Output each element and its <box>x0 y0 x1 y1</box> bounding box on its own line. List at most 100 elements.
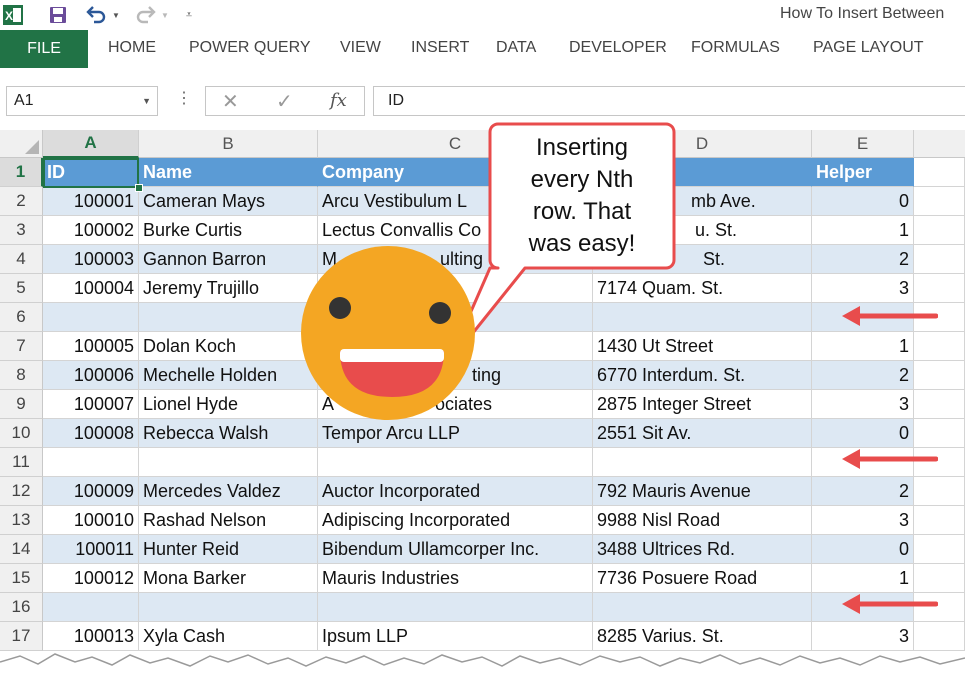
tab-insert[interactable]: INSERT <box>411 39 469 57</box>
table-cell[interactable]: Tempor Arcu LLP <box>318 419 593 448</box>
row-header-12[interactable]: 12 <box>0 477 43 506</box>
empty-cell[interactable] <box>914 332 965 361</box>
save-icon[interactable] <box>46 4 70 26</box>
tab-data[interactable]: DATA <box>496 39 536 57</box>
row-header-2[interactable]: 2 <box>0 187 43 216</box>
column-header-b[interactable]: B <box>139 130 318 158</box>
row-header-9[interactable]: 9 <box>0 390 43 419</box>
row-header-14[interactable]: 14 <box>0 535 43 564</box>
name-box[interactable]: A1 ▼ <box>6 86 158 116</box>
header-cell[interactable]: Helper <box>812 158 914 187</box>
table-cell[interactable]: 100006 <box>43 361 139 390</box>
row-header-5[interactable]: 5 <box>0 274 43 303</box>
table-cell[interactable]: 100002 <box>43 216 139 245</box>
fill-handle[interactable] <box>135 184 143 192</box>
table-cell[interactable]: 100001 <box>43 187 139 216</box>
row-header-11[interactable]: 11 <box>0 448 43 477</box>
row-header-16[interactable]: 16 <box>0 593 43 622</box>
table-cell[interactable] <box>43 303 139 332</box>
column-header-e[interactable]: E <box>812 130 914 158</box>
table-cell[interactable]: 7736 Posuere Road <box>593 564 812 593</box>
empty-cell[interactable] <box>914 361 965 390</box>
close-icon[interactable]: ✕ <box>222 89 239 114</box>
table-cell[interactable]: Mercedes Valdez <box>139 477 318 506</box>
row-header-6[interactable]: 6 <box>0 303 43 332</box>
row-header-1[interactable]: 1 <box>0 158 43 187</box>
redo-icon[interactable] <box>134 4 158 26</box>
table-cell[interactable]: Mechelle Holden <box>139 361 318 390</box>
table-cell[interactable] <box>139 448 318 477</box>
empty-cell[interactable] <box>914 158 965 187</box>
table-cell[interactable]: Rashad Nelson <box>139 506 318 535</box>
table-cell[interactable]: 1 <box>812 332 914 361</box>
table-cell[interactable] <box>43 448 139 477</box>
table-cell[interactable]: 3 <box>812 274 914 303</box>
table-cell[interactable]: 100011 <box>43 535 139 564</box>
empty-cell[interactable] <box>914 535 965 564</box>
table-cell[interactable]: 2875 Integer Street <box>593 390 812 419</box>
empty-cell[interactable] <box>914 274 965 303</box>
table-cell[interactable] <box>593 593 812 622</box>
table-cell[interactable]: 3488 Ultrices Rd. <box>593 535 812 564</box>
table-cell[interactable]: 100010 <box>43 506 139 535</box>
tab-developer[interactable]: DEVELOPER <box>569 39 667 57</box>
table-cell[interactable]: 3 <box>812 506 914 535</box>
table-cell[interactable]: 792 Mauris Avenue <box>593 477 812 506</box>
row-header-15[interactable]: 15 <box>0 564 43 593</box>
chevron-down-icon[interactable]: ▼ <box>142 87 151 115</box>
table-cell[interactable] <box>318 593 593 622</box>
row-header-10[interactable]: 10 <box>0 419 43 448</box>
empty-cell[interactable] <box>914 187 965 216</box>
tab-file[interactable]: FILE <box>0 30 88 68</box>
formula-input[interactable]: ID <box>373 86 965 116</box>
table-cell[interactable]: Burke Curtis <box>139 216 318 245</box>
table-cell[interactable] <box>43 593 139 622</box>
row-header-3[interactable]: 3 <box>0 216 43 245</box>
table-cell[interactable]: 2 <box>812 477 914 506</box>
table-cell[interactable]: Auctor Incorporated <box>318 477 593 506</box>
table-cell[interactable]: Bibendum Ullamcorper Inc. <box>318 535 593 564</box>
table-cell[interactable]: 1 <box>812 564 914 593</box>
table-cell[interactable]: Hunter Reid <box>139 535 318 564</box>
table-cell[interactable]: Mauris Industries <box>318 564 593 593</box>
chevron-down-icon[interactable]: ▼ <box>111 4 121 26</box>
row-header-7[interactable]: 7 <box>0 332 43 361</box>
customize-icon[interactable]: ⩡ <box>182 4 196 26</box>
table-cell[interactable] <box>318 448 593 477</box>
row-header-8[interactable]: 8 <box>0 361 43 390</box>
table-cell[interactable]: Mona Barker <box>139 564 318 593</box>
table-cell[interactable]: Gannon Barron <box>139 245 318 274</box>
column-header-a[interactable]: A <box>43 130 139 158</box>
table-cell[interactable]: 1 <box>812 216 914 245</box>
column-header-f[interactable] <box>914 130 965 158</box>
table-cell[interactable]: 2 <box>812 245 914 274</box>
table-cell[interactable]: 100009 <box>43 477 139 506</box>
row-header-13[interactable]: 13 <box>0 506 43 535</box>
table-cell[interactable]: 3 <box>812 390 914 419</box>
table-cell[interactable]: 100004 <box>43 274 139 303</box>
empty-cell[interactable] <box>914 245 965 274</box>
header-cell[interactable]: Name <box>139 158 318 187</box>
more-icon[interactable]: ⋮ <box>176 88 192 108</box>
tab-page-layout[interactable]: PAGE LAYOUT <box>813 39 924 57</box>
table-cell[interactable] <box>593 448 812 477</box>
table-cell[interactable] <box>139 593 318 622</box>
select-all-button[interactable] <box>0 130 43 158</box>
row-header-4[interactable]: 4 <box>0 245 43 274</box>
fx-button[interactable]: fx <box>330 90 347 111</box>
tab-power-query[interactable]: POWER QUERY <box>189 39 311 57</box>
table-cell[interactable] <box>139 303 318 332</box>
empty-cell[interactable] <box>914 564 965 593</box>
table-cell[interactable]: Rebecca Walsh <box>139 419 318 448</box>
table-cell[interactable]: 100007 <box>43 390 139 419</box>
table-cell[interactable]: 2 <box>812 361 914 390</box>
chevron-down-icon[interactable]: ▼ <box>160 4 170 26</box>
empty-cell[interactable] <box>914 390 965 419</box>
table-cell[interactable]: 100008 <box>43 419 139 448</box>
tab-view[interactable]: VIEW <box>340 39 381 57</box>
table-cell[interactable]: Lionel Hyde <box>139 390 318 419</box>
table-cell[interactable]: 100003 <box>43 245 139 274</box>
tab-formulas[interactable]: FORMULAS <box>691 39 780 57</box>
empty-cell[interactable] <box>914 216 965 245</box>
table-cell[interactable]: Adipiscing Incorporated <box>318 506 593 535</box>
